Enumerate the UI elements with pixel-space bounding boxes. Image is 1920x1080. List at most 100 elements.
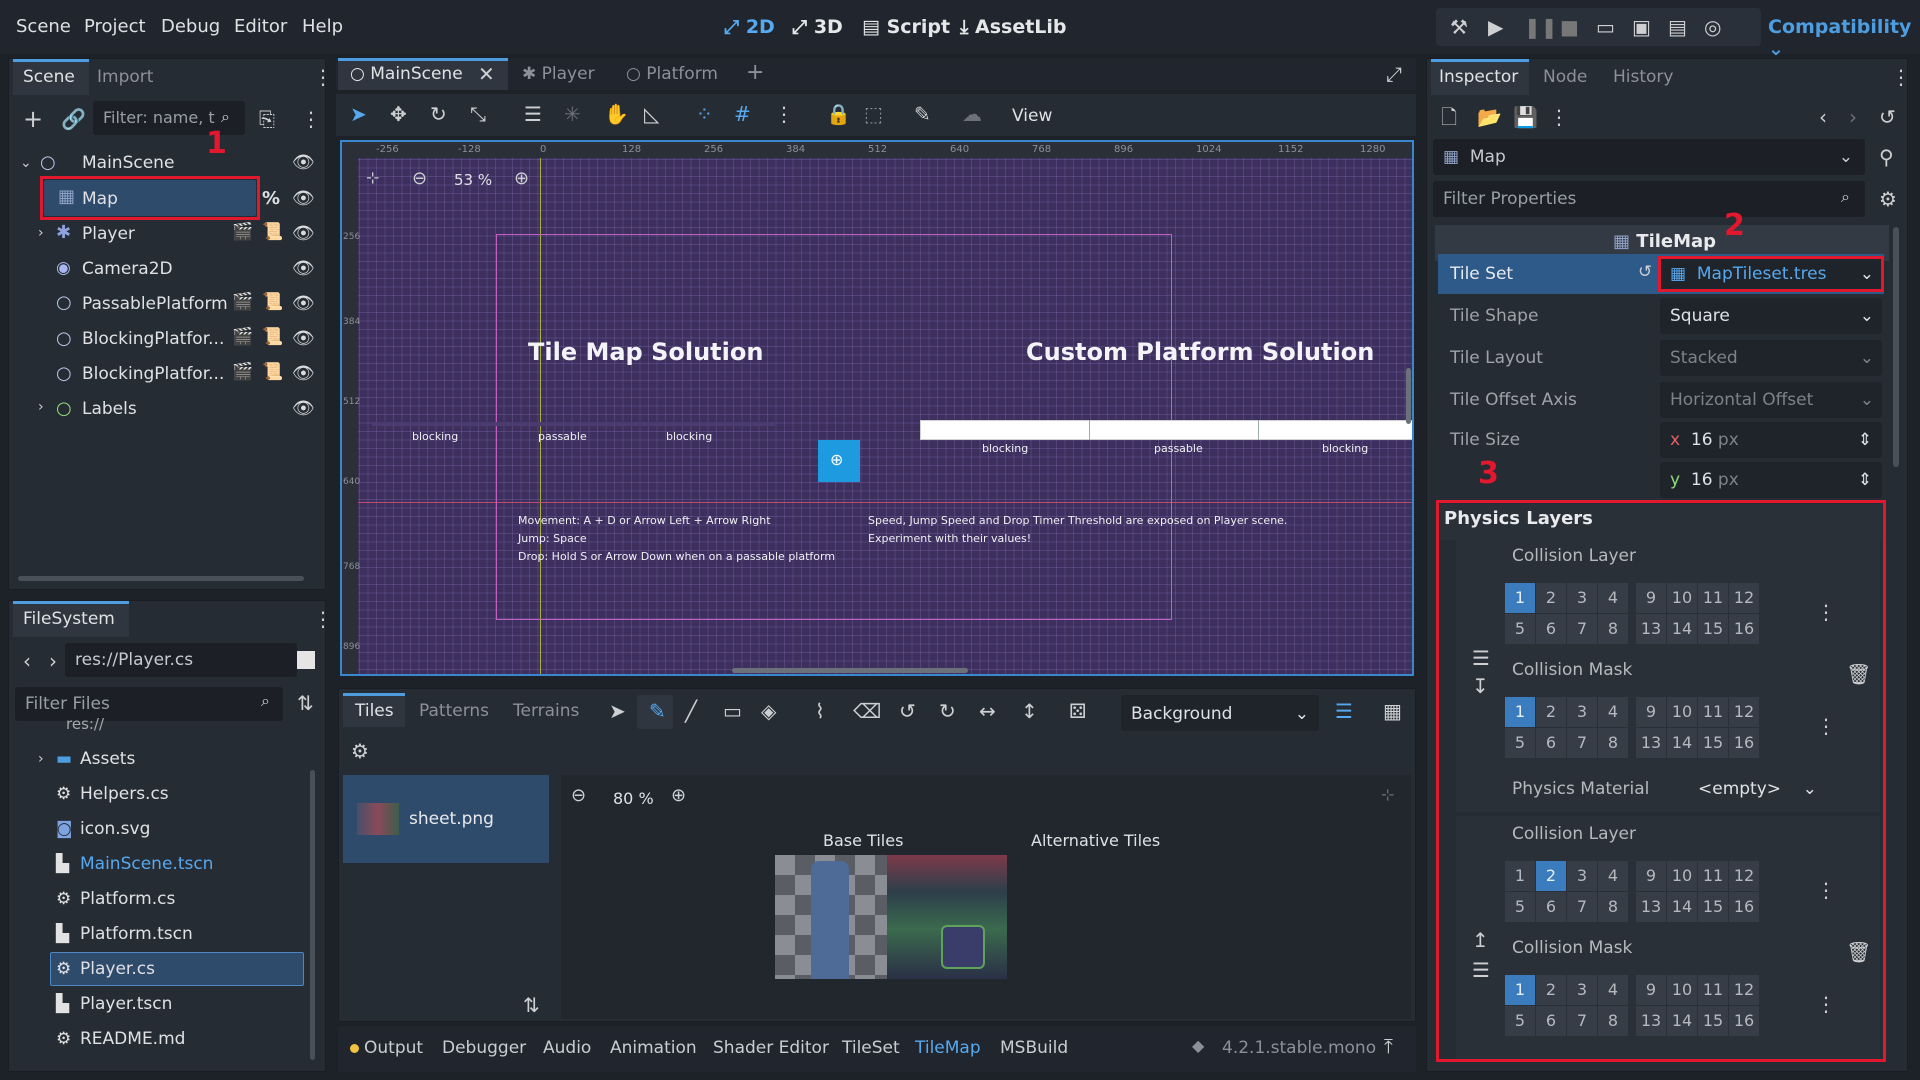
tab-tilemap[interactable]: TileMap	[915, 1038, 981, 1058]
object-select[interactable]: ▦ Map ⌄	[1433, 139, 1865, 175]
back-arrow-icon[interactable]: ‹	[23, 651, 31, 671]
center-view-icon[interactable]: ⊹	[366, 170, 379, 186]
close-tab-icon[interactable]: ✕	[478, 64, 495, 84]
tab-shader-editor[interactable]: Shader Editor	[713, 1038, 829, 1058]
dock-menu-icon[interactable]: ⋮	[1891, 67, 1911, 87]
fs-item-player-tscn[interactable]: Player.tscn	[80, 994, 172, 1014]
pause-icon[interactable]: ❚❚	[1524, 17, 1558, 37]
rotate-left-icon[interactable]: ↺	[899, 701, 916, 721]
atlas-zoom[interactable]: 80 %	[613, 789, 654, 808]
prop-tile-size[interactable]: Tile Size x 16 px ⇕ y 16 px ⇕	[1438, 420, 1884, 502]
revert-icon[interactable]: ↺	[1638, 264, 1652, 281]
visibility-eye-icon[interactable]: 👁	[292, 223, 315, 244]
workspace-script-button[interactable]: ▤ Script	[862, 16, 950, 38]
tab-animation[interactable]: Animation	[610, 1038, 697, 1058]
tree-item-player[interactable]: Player	[82, 224, 135, 244]
menu-editor[interactable]: Editor	[234, 16, 287, 37]
tab-platform[interactable]: ○ Platform	[626, 64, 718, 84]
move-mode-icon[interactable]: ✥	[390, 104, 407, 124]
snap-options-icon[interactable]: ⋮	[774, 104, 794, 124]
remote-deploy-icon[interactable]: ▭	[1596, 17, 1615, 37]
eraser-tool-icon[interactable]: ⌫	[853, 701, 881, 721]
filter-files-input[interactable]: Filter Files	[15, 687, 283, 721]
scene-options-icon[interactable]: ⋮	[301, 109, 321, 129]
pivot-icon[interactable]: ✳	[564, 104, 581, 124]
sort-sources-icon[interactable]: ⇅	[523, 995, 540, 1015]
tab-terrains[interactable]: Terrains	[513, 701, 579, 721]
viewport-v-scrollbar[interactable]	[1406, 368, 1411, 424]
vertical-scrollbar[interactable]	[310, 770, 315, 1060]
horizontal-scrollbar[interactable]	[18, 576, 304, 581]
new-resource-icon[interactable]: 🗋	[1441, 107, 1457, 127]
expand-arrow-icon[interactable]: ›	[38, 752, 44, 766]
tab-filesystem[interactable]: FileSystem	[23, 609, 115, 629]
tab-history[interactable]: History	[1613, 67, 1673, 87]
workspace-2d-button[interactable]: ⤢ 2D	[724, 16, 775, 38]
visibility-eye-icon[interactable]: 👁	[292, 328, 315, 349]
tree-item-blockingplatform-2[interactable]: BlockingPlatfor...	[82, 364, 224, 384]
atlas-view[interactable]: ⊖ 80 % ⊕ ⊹ Base Tiles Alternative Tiles	[561, 775, 1411, 1019]
prop-tile-layout[interactable]: Tile Layout Stacked ⌄	[1438, 338, 1884, 378]
zoom-out-icon[interactable]: ⊖	[412, 170, 427, 188]
fs-item-icon[interactable]: icon.svg	[80, 819, 150, 839]
resource-options-icon[interactable]: ⋮	[1549, 107, 1569, 127]
bucket-tool-icon[interactable]: ◈	[761, 701, 776, 721]
visibility-eye-icon[interactable]: 👁	[292, 188, 315, 209]
layer-select[interactable]: Background ⌄	[1121, 695, 1319, 731]
menu-project[interactable]: Project	[84, 16, 146, 37]
visibility-eye-icon[interactable]: 👁	[292, 258, 315, 279]
center-view-icon[interactable]: ⊹	[1381, 787, 1394, 803]
script-icon[interactable]: 📜	[262, 364, 283, 381]
version-label[interactable]: 4.2.1.stable.mono	[1222, 1038, 1376, 1058]
load-resource-icon[interactable]: 📂	[1477, 107, 1502, 127]
tab-tiles[interactable]: Tiles	[355, 701, 394, 721]
property-options-icon[interactable]: ⚙	[1879, 189, 1897, 209]
tab-msbuild[interactable]: MSBuild	[1000, 1038, 1068, 1058]
stop-icon[interactable]: ■	[1560, 17, 1579, 37]
open-scene-icon[interactable]: 🎬	[232, 329, 253, 346]
script-icon[interactable]: 📜	[262, 294, 283, 311]
tab-audio[interactable]: Audio	[543, 1038, 591, 1058]
lock-icon[interactable]: 🔒	[826, 104, 851, 124]
line-tool-icon[interactable]: ╱	[685, 701, 697, 721]
add-node-icon[interactable]: +	[23, 107, 43, 131]
menu-help[interactable]: Help	[302, 16, 343, 37]
visibility-eye-icon[interactable]: 👁	[292, 293, 315, 314]
tab-scene[interactable]: Scene	[23, 67, 75, 87]
distraction-free-icon[interactable]: ⤢	[1386, 64, 1402, 84]
add-tab-icon[interactable]: +	[746, 62, 764, 84]
smart-snap-icon[interactable]: ⁘	[696, 104, 713, 124]
link-icon[interactable]: 🔗	[61, 109, 86, 129]
tab-output[interactable]: Output	[364, 1038, 423, 1058]
expand-arrow-icon[interactable]: ›	[38, 226, 44, 240]
expand-panel-icon[interactable]: ⤒	[1384, 1036, 1393, 1056]
fs-item-readme[interactable]: README.md	[80, 1029, 185, 1049]
split-mode-icon[interactable]	[297, 651, 315, 669]
play-scene-icon[interactable]: ▣	[1632, 17, 1651, 37]
script-icon[interactable]: 📜	[262, 329, 283, 346]
tree-item-mainscene[interactable]: MainScene	[82, 153, 174, 173]
fs-item-helpers[interactable]: Helpers.cs	[80, 784, 169, 804]
workspace-assetlib-button[interactable]: ⤓ AssetLib	[960, 16, 1067, 38]
tab-import[interactable]: Import	[97, 67, 153, 87]
play-icon[interactable]: ▶	[1488, 17, 1503, 37]
highlight-layer-icon[interactable]: ☰	[1335, 701, 1353, 721]
flip-v-icon[interactable]: ↕	[1021, 701, 1038, 721]
prop-tile-shape[interactable]: Tile Shape Square ⌄	[1438, 296, 1884, 336]
menu-scene[interactable]: Scene	[16, 16, 71, 37]
group-icon[interactable]: ⬚	[864, 104, 883, 124]
history-forward-icon[interactable]: ›	[1849, 107, 1857, 127]
tileset-settings-icon[interactable]: ⚙	[351, 741, 369, 761]
menu-debug[interactable]: Debug	[161, 16, 220, 37]
dock-menu-icon[interactable]: ⋮	[313, 67, 333, 87]
zoom-in-icon[interactable]: ⊕	[671, 787, 686, 805]
prop-tile-offset-axis[interactable]: Tile Offset Axis Horizontal Offset ⌄	[1438, 380, 1884, 420]
expand-arrow-icon[interactable]: ›	[38, 400, 44, 414]
viewport-2d[interactable]: -256 -128 0 128 256 384 512 640 768 896 …	[340, 140, 1414, 676]
particles-icon[interactable]: ☁	[962, 104, 982, 124]
picker-tool-icon[interactable]: ⌇	[815, 701, 825, 721]
fs-item-mainscene[interactable]: MainScene.tscn	[80, 854, 213, 874]
viewport-h-scrollbar[interactable]	[732, 668, 968, 673]
history-back-icon[interactable]: ‹	[1819, 107, 1827, 127]
list-select-icon[interactable]: ☰	[524, 104, 542, 124]
